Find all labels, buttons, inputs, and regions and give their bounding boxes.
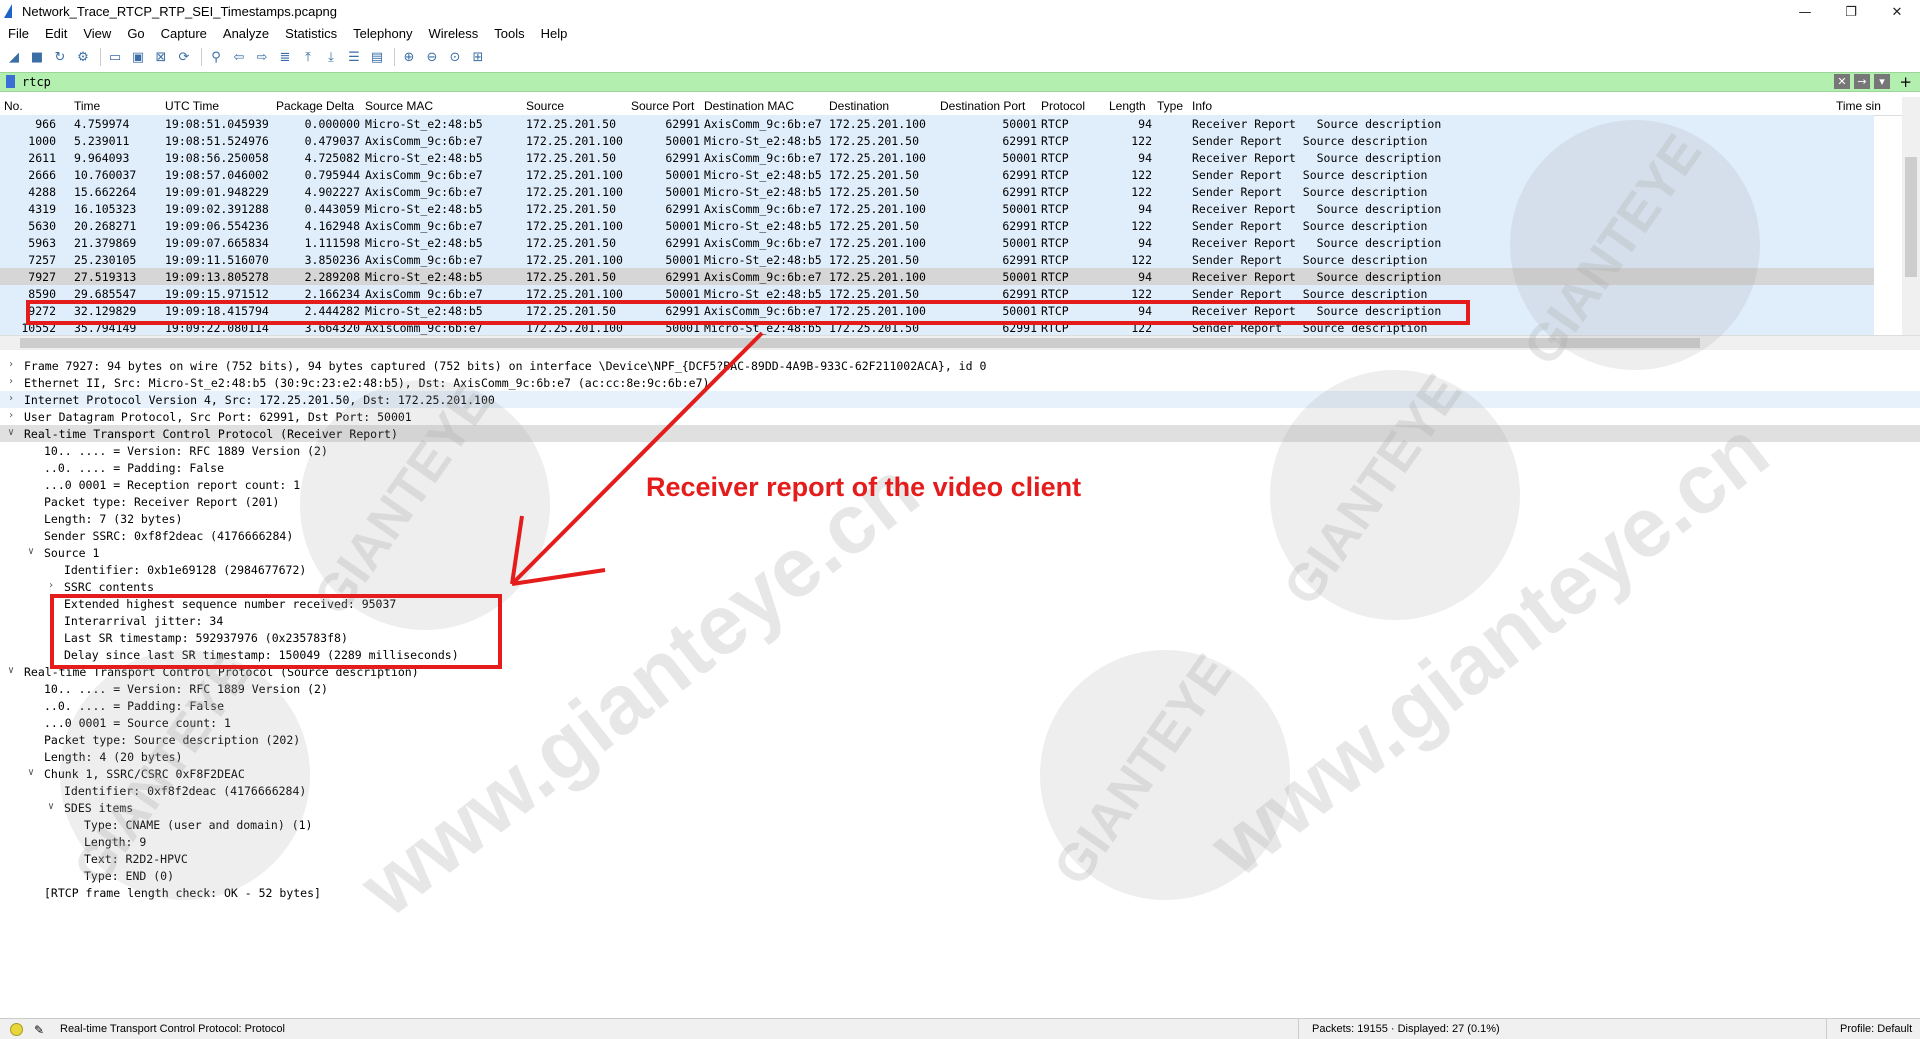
- status-protocol-text: Real-time Transport Control Protocol: Pr…: [60, 1023, 285, 1035]
- annotation-arrow-icon: [510, 331, 764, 586]
- expert-info-led-icon[interactable]: [10, 1023, 23, 1036]
- status-packets-text: Packets: 19155 · Displayed: 27 (0.1%): [1312, 1023, 1500, 1035]
- status-divider: [1826, 1019, 1827, 1039]
- status-profile-text[interactable]: Profile: Default: [1840, 1023, 1912, 1035]
- status-bar: ✎ Real-time Transport Control Protocol: …: [0, 1018, 1920, 1039]
- status-divider: [1298, 1019, 1299, 1039]
- edit-comment-icon[interactable]: ✎: [34, 1023, 44, 1037]
- annotation-label: Receiver report of the video client: [646, 472, 1082, 502]
